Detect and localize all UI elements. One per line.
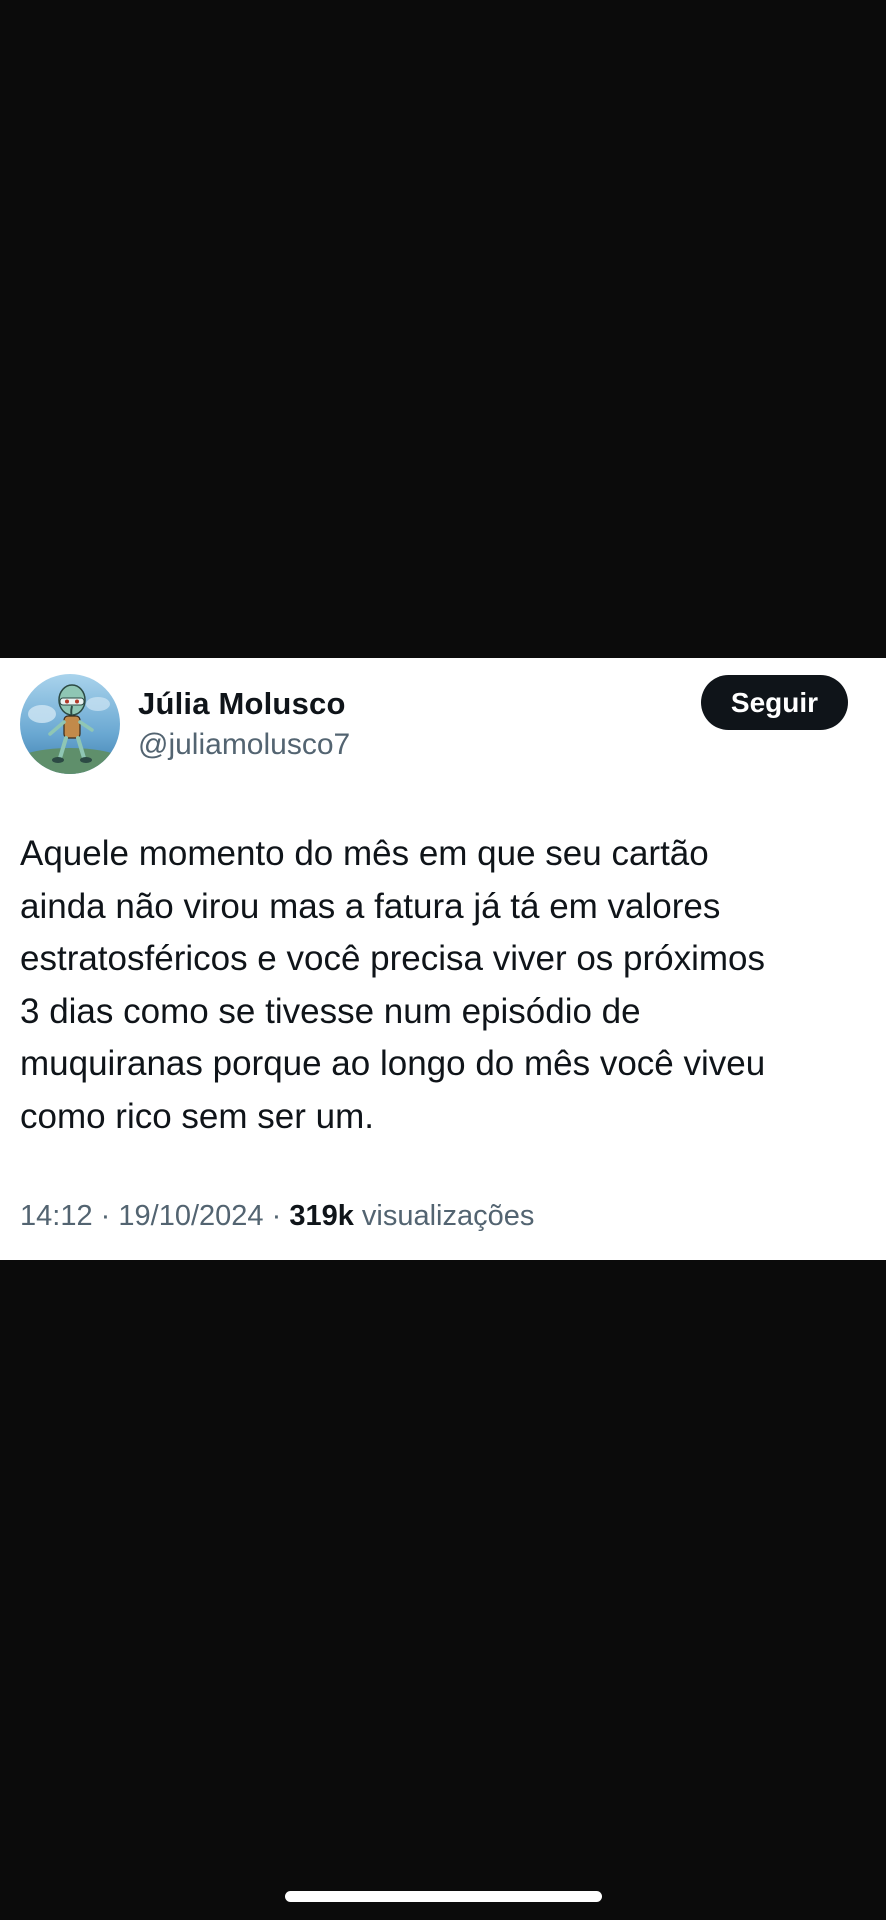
tweet-text-line: estratosféricos e você precisa viver os … — [20, 939, 765, 978]
tweet-text-line: ainda não virou mas a fatura já tá em va… — [20, 886, 721, 926]
tweet-text-line: Aquele momento do mês em que seu cartão — [20, 834, 709, 873]
tweet-meta: 14:12 · 19/10/2024 · 319k visualizações — [20, 1200, 534, 1233]
follow-button[interactable]: Seguir — [701, 675, 848, 730]
tweet-card: Júlia Molusco @juliamolusco7 Seguir Aque… — [0, 658, 886, 1260]
tweet-text-line: como rico sem ser um. — [20, 1096, 374, 1136]
user-handle[interactable]: @juliamolusco7 — [138, 728, 350, 762]
home-indicator[interactable] — [285, 1891, 602, 1902]
avatar-image — [20, 674, 120, 774]
tweet-text: Aquele momento do mês em que seu cartão … — [20, 828, 870, 1143]
tweet-time[interactable]: 14:12 — [20, 1200, 93, 1232]
screen: Júlia Molusco @juliamolusco7 Seguir Aque… — [0, 0, 886, 1920]
meta-separator: · — [271, 1200, 282, 1232]
avatar[interactable] — [20, 674, 120, 774]
display-name[interactable]: Júlia Molusco — [138, 686, 346, 722]
tweet-date[interactable]: 19/10/2024 — [118, 1200, 263, 1232]
tweet-text-line: muquiranas porque ao longo do mês você v… — [20, 1044, 766, 1083]
meta-separator: · — [100, 1200, 111, 1232]
tweet-text-line: 3 dias como se tivesse num episódio de — [20, 991, 641, 1031]
views-count: 319k — [289, 1200, 354, 1232]
views-label: visualizações — [361, 1200, 535, 1232]
